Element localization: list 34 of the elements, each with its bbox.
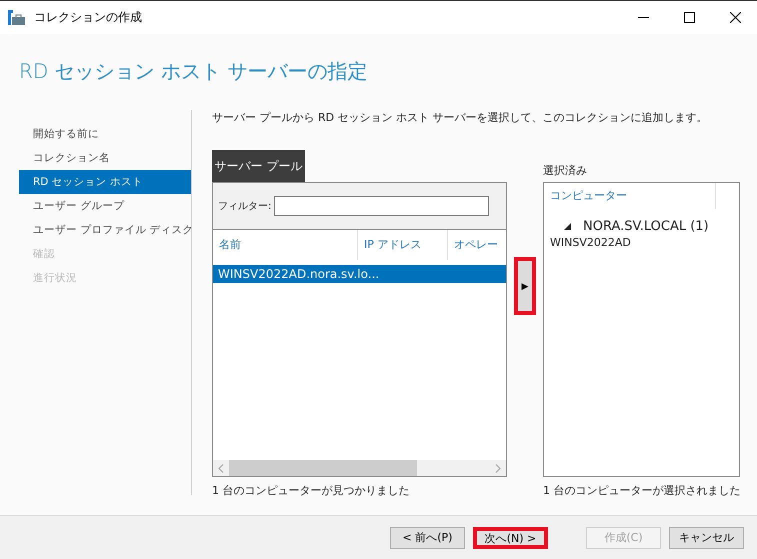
wizard-step: 確認: [19, 242, 191, 266]
wizard-step[interactable]: コレクション名: [19, 146, 191, 170]
group-name: NORA.SV.LOCAL (1): [583, 219, 709, 234]
column-header[interactable]: IP アドレス: [358, 230, 448, 260]
wizard-step: 進行状況: [19, 266, 191, 290]
filter-field[interactable]: [274, 196, 490, 216]
selected-label: 選択済み: [543, 163, 588, 179]
column-header[interactable]: 名前: [213, 230, 358, 260]
close-icon[interactable]: [730, 12, 741, 23]
wizard-step[interactable]: ユーザー プロファイル ディスク: [19, 218, 191, 242]
column-header[interactable]: コンピューター: [544, 183, 716, 209]
page-heading: RD セッション ホスト サーバーの指定: [19, 58, 368, 84]
wizard-button: 作成(C): [586, 526, 661, 548]
maximize-icon[interactable]: [684, 12, 695, 23]
wizard-button[interactable]: < 前へ(P): [390, 526, 465, 548]
collapse-icon[interactable]: [564, 223, 571, 230]
wizard-step[interactable]: 開始する前に: [19, 122, 191, 146]
status-text: 1 台のコンピューターが見つかりました: [212, 483, 410, 498]
wizard-button[interactable]: 次へ(N) >: [473, 526, 548, 548]
add-button[interactable]: ▶: [514, 257, 536, 315]
column-header[interactable]: オペレー: [448, 230, 506, 260]
wizard-button[interactable]: キャンセル: [669, 526, 744, 548]
window-title: コレクションの作成: [34, 9, 142, 26]
app-icon: [8, 10, 26, 26]
wizard-step[interactable]: ユーザー グループ: [19, 194, 191, 218]
description-text: サーバー プールから RD セッション ホスト サーバーを選択して、このコレクションに追加します。: [212, 110, 709, 126]
filter-label: フィルター:: [218, 200, 272, 213]
server-row[interactable]: WINSV2022AD.nora.sv.lo...: [213, 265, 506, 283]
status-text: 1 台のコンピューターが選択されました: [543, 483, 740, 498]
scrollbar-thumb[interactable]: [229, 460, 417, 476]
server-pool-tab[interactable]: サーバー プール: [212, 150, 305, 182]
computer-name[interactable]: WINSV2022AD: [544, 236, 739, 249]
wizard-step[interactable]: RD セッション ホスト: [19, 170, 191, 194]
horizontal-scrollbar[interactable]: [213, 460, 506, 476]
